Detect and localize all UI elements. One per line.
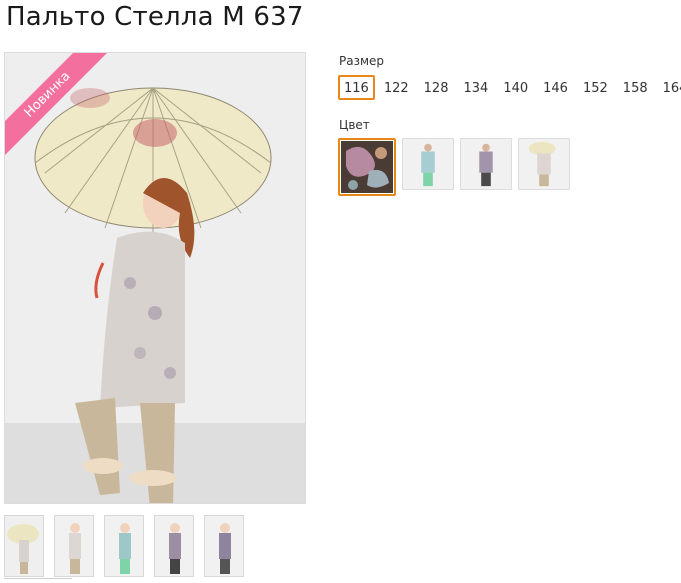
thumbnail-2[interactable]: [54, 515, 94, 577]
size-option-164[interactable]: 164: [657, 75, 681, 100]
product-photo: [5, 53, 305, 503]
size-options: 116 122 128 134 140 146 152 158 164: [338, 75, 681, 100]
thumbnail-scrollbar[interactable]: [4, 578, 72, 583]
size-option-140[interactable]: 140: [497, 75, 534, 100]
size-option-134[interactable]: 134: [457, 75, 494, 100]
thumbnail-5[interactable]: [204, 515, 244, 577]
size-option-128[interactable]: 128: [418, 75, 455, 100]
thumbnail-3[interactable]: [104, 515, 144, 577]
thumbnail-strip: [4, 515, 244, 577]
size-option-146[interactable]: 146: [537, 75, 574, 100]
product-main-image[interactable]: Новинка: [4, 52, 306, 504]
thumbnail-4[interactable]: [154, 515, 194, 577]
color-swatch-paisley-dark[interactable]: [338, 138, 396, 196]
size-label: Размер: [339, 54, 385, 68]
thumbnail-1[interactable]: [4, 515, 44, 577]
color-options: [338, 138, 570, 196]
size-option-122[interactable]: 122: [378, 75, 415, 100]
product-title: Пальто Стелла М 637: [6, 2, 304, 32]
size-option-116[interactable]: 116: [338, 75, 375, 100]
color-label: Цвет: [339, 118, 370, 132]
color-swatch-lilac-print[interactable]: [460, 138, 512, 190]
size-option-152[interactable]: 152: [577, 75, 614, 100]
color-swatch-beige-print[interactable]: [518, 138, 570, 190]
color-swatch-mint-print[interactable]: [402, 138, 454, 190]
size-option-158[interactable]: 158: [617, 75, 654, 100]
